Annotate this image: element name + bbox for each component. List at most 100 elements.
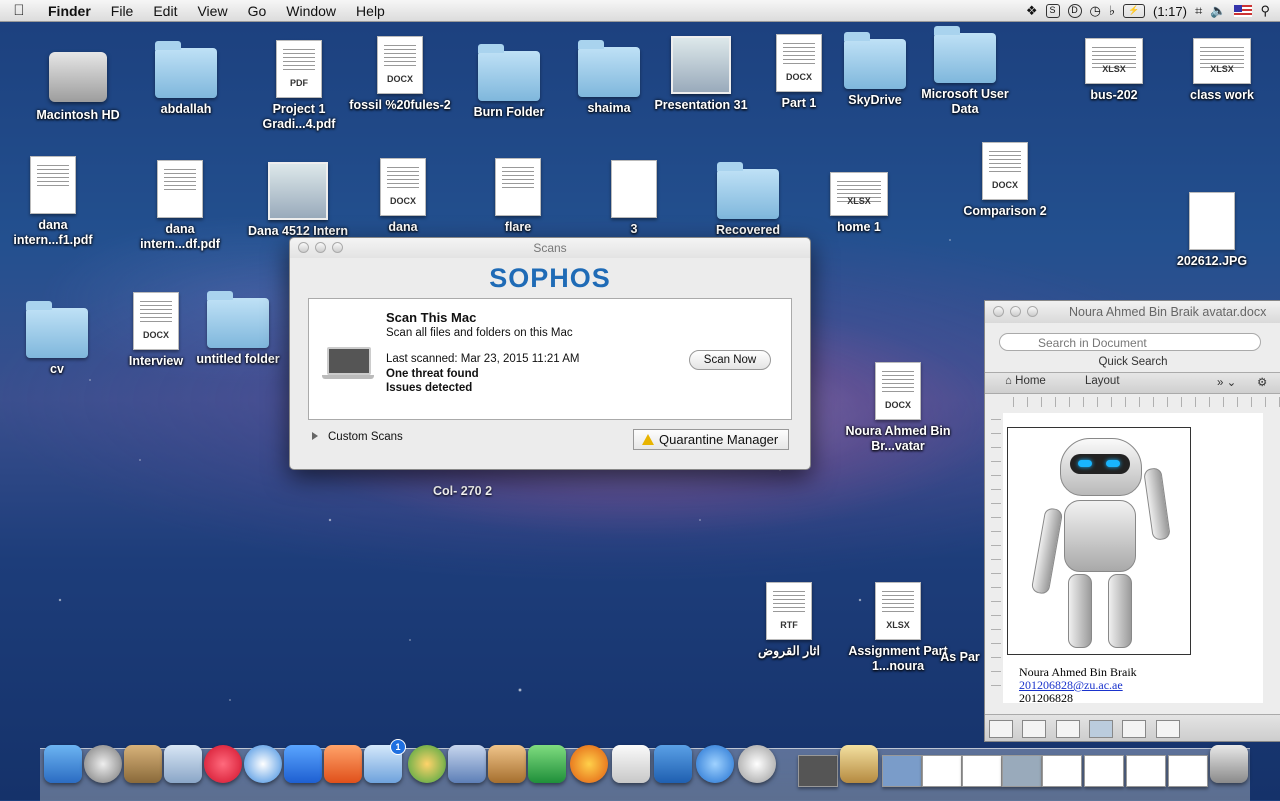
sync-icon[interactable]: D [1067,4,1082,18]
minimize-icon[interactable] [1010,306,1021,317]
menu-help[interactable]: Help [346,3,395,19]
fullscreen-view-icon[interactable] [1155,720,1180,738]
powerpoint-icon[interactable] [324,745,362,783]
desktop-icon-comparison2[interactable]: DOCX Comparison 2 [950,142,1060,219]
sophos-icon[interactable] [654,745,692,783]
app-store-icon[interactable] [696,745,734,783]
desktop-icon-assignment-partial[interactable]: As Par [930,650,990,665]
itunes-icon[interactable] [204,745,242,783]
desktop-icon-bus-202[interactable]: XLSX bus-202 [1059,38,1169,103]
desktop-icon-presentation[interactable]: Presentation 31 [646,34,756,113]
game-center-icon[interactable] [408,745,446,783]
desktop-icon-macintosh-hd[interactable]: Macintosh HD [23,48,133,123]
desktop-icon-dana-intern-df[interactable]: dana intern...df.pdf [125,160,235,252]
xlsx-file-icon: XLSX [1193,38,1251,84]
desktop-icon-dana-4512[interactable]: Dana 4512 Intern [243,160,353,239]
spotlight-search-icon[interactable]: ⚲ [1260,3,1270,19]
word-icon[interactable] [284,745,322,783]
desktop-icon-project-pdf[interactable]: PDF Project 1 Gradi...4.pdf [244,40,354,132]
us-flag-icon[interactable] [1234,5,1253,17]
safari-icon[interactable] [244,745,282,783]
dock-window-thumbnail[interactable] [1168,755,1208,787]
dock-window-thumbnail[interactable] [922,755,962,787]
publishing-view-icon[interactable] [1055,720,1080,738]
dock-window-thumbnail[interactable] [1042,755,1082,787]
gear-icon[interactable]: ⚙ [1257,375,1267,389]
menu-finder[interactable]: Finder [38,3,101,19]
dock-window-thumbnail[interactable] [1084,755,1124,787]
firefox-icon[interactable] [570,745,608,783]
textedit-icon[interactable] [612,745,650,783]
desktop-icon-flare[interactable]: flare [463,158,573,235]
desktop-icon-fossil[interactable]: DOCX fossil %20fules-2 [345,36,455,113]
menu-go[interactable]: Go [238,3,277,19]
desktop-icon-untitled-folder[interactable]: untitled folder [183,291,293,367]
desktop-icon-arabic-rtf[interactable]: RTF اثار القروض [734,582,844,659]
dock-window-thumbnail[interactable] [798,755,838,787]
outline-view-icon[interactable] [1022,720,1047,738]
trash-icon[interactable] [1210,745,1248,783]
ribbon-overflow-icon[interactable]: » ⌄ [1217,375,1236,389]
desktop-icon-abdallah[interactable]: abdallah [131,41,241,117]
custom-scans-disclosure[interactable]: Custom Scans [312,431,403,443]
minimize-icon[interactable] [315,242,326,253]
photo-booth-icon[interactable] [124,745,162,783]
dock-window-thumbnail[interactable] [962,755,1002,787]
draft-view-icon[interactable] [989,720,1013,738]
menu-window[interactable]: Window [276,3,346,19]
time-machine-icon[interactable]: ◷ [1090,3,1101,19]
print-layout-view-icon[interactable] [1089,720,1114,738]
menu-file[interactable]: File [101,3,144,19]
scans-titlebar[interactable]: Scans [290,238,810,258]
zoom-icon[interactable] [1027,306,1038,317]
disk-utility-icon[interactable] [738,745,776,783]
dock-window-thumbnail[interactable] [1002,755,1042,787]
finder-icon[interactable] [44,745,82,783]
apple-menu-icon[interactable]:  [0,2,38,19]
launchpad-icon[interactable] [84,745,122,783]
desktop-icon-dana[interactable]: DOCX dana [348,158,458,235]
close-icon[interactable] [298,242,309,253]
tab-home[interactable]: ⌂ Home [1005,375,1046,387]
volume-icon[interactable]: 🔈 [1210,3,1226,19]
desktop-icon-burn-folder[interactable]: Burn Folder [454,44,564,120]
mail-icon[interactable] [448,745,486,783]
preview-icon[interactable] [840,745,878,783]
robot-avatar-image[interactable] [1007,427,1191,655]
dock-window-thumbnail[interactable] [1126,755,1166,787]
downloads-icon[interactable]: 1 [364,739,406,783]
sophos-status-icon[interactable]: S [1045,4,1060,18]
dropbox-icon[interactable]: ❖ [1026,3,1038,19]
desktop-icon-home1[interactable]: XLSX home 1 [804,172,914,235]
garageband-icon[interactable] [488,745,526,783]
menu-view[interactable]: View [187,3,237,19]
battery-time[interactable]: (1:17) [1153,4,1187,19]
address-book-icon[interactable] [164,745,202,783]
bluetooth-icon[interactable]: ♭ [1109,3,1115,19]
excel-icon[interactable] [528,745,566,783]
desktop-icon-3[interactable]: 3 [579,160,689,237]
desktop-icon-recovered[interactable]: Recovered [693,162,803,238]
desktop-icon-microsoft-user-data[interactable]: Microsoft User Data [910,26,1020,117]
desktop-icon-noura-avatar[interactable]: DOCX Noura Ahmed Bin Br...vatar [843,362,953,454]
desktop-icon-class-work[interactable]: XLSX class work [1167,38,1277,103]
horizontal-ruler[interactable] [1013,397,1280,407]
scan-now-button[interactable]: Scan Now [689,350,771,370]
document-page[interactable]: Noura Ahmed Bin Braik 201206828@zu.ac.ae… [1003,413,1263,705]
battery-icon[interactable]: ⚡ [1122,4,1145,18]
wifi-icon[interactable]: ⌗ [1195,3,1202,19]
notebook-view-icon[interactable] [1122,720,1147,738]
tab-layout[interactable]: Layout [1085,375,1120,387]
doc-titlebar[interactable]: Noura Ahmed Bin Braik avatar.docx [985,301,1280,323]
dock-window-thumbnail[interactable] [882,755,922,787]
search-in-document-input[interactable]: Search in Document [999,333,1261,351]
quarantine-manager-button[interactable]: Quarantine Manager [633,429,789,450]
desktop-icon-dana-intern-f1[interactable]: dana intern...f1.pdf [0,156,108,248]
desktop-icon-cv[interactable]: cv [2,301,112,377]
zoom-icon[interactable] [332,242,343,253]
desktop-label-col[interactable]: Col- 270 2 [433,484,492,498]
desktop-icon-202612-jpg[interactable]: 202612.JPG [1157,192,1267,269]
vertical-ruler[interactable] [991,419,1001,699]
menu-edit[interactable]: Edit [143,3,187,19]
close-icon[interactable] [993,306,1004,317]
